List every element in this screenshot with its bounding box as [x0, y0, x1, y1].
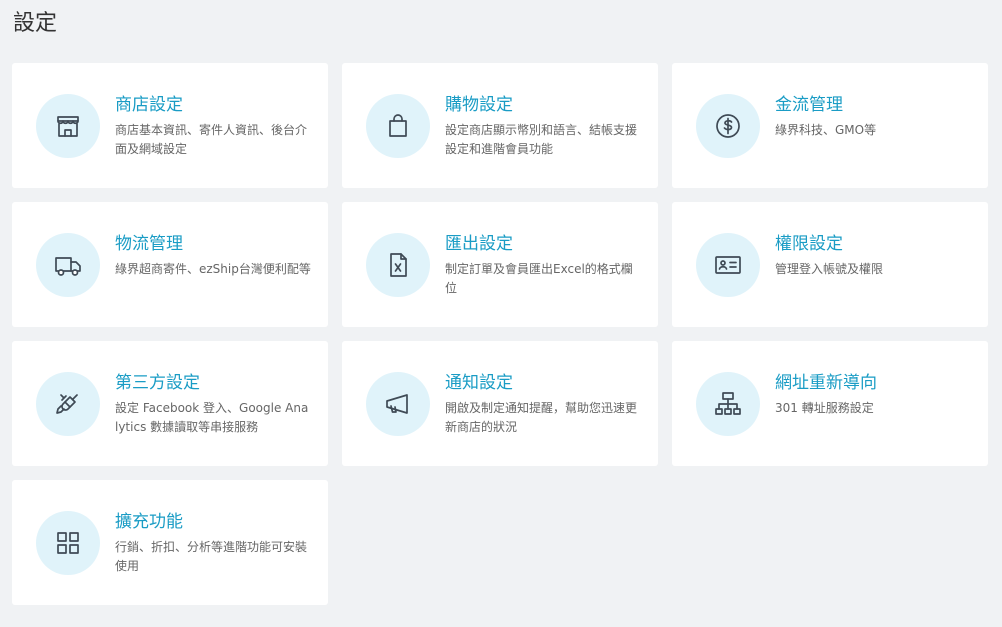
store-icon — [36, 94, 100, 158]
card-description: 301 轉址服務設定 — [775, 401, 874, 415]
card-title: 第三方設定 — [115, 373, 200, 393]
sitemap-icon — [696, 372, 760, 436]
card-description: 綠界超商寄件、ezShip台灣便利配等 — [115, 262, 311, 276]
id-card-icon — [696, 233, 760, 297]
card-title: 購物設定 — [445, 95, 513, 115]
card-title: 物流管理 — [115, 234, 183, 254]
card-description: 管理登入帳號及權限 — [775, 262, 884, 276]
card-description: 行銷、折扣、分析等進階功能可安裝使用 — [115, 540, 308, 573]
card-title: 商店設定 — [115, 95, 183, 115]
card-payment-management[interactable]: 金流管理 綠界科技、GMO等 — [672, 63, 988, 188]
card-store-settings[interactable]: 商店設定 商店基本資訊、寄件人資訊、後台介面及網域設定 — [12, 63, 328, 188]
settings-page: 設定 商店設定 商店基本資訊、寄件人資訊、後台介面及網域設定 購物設定 設定商店… — [0, 0, 1002, 627]
grid-icon — [36, 511, 100, 575]
card-third-party-settings[interactable]: 第三方設定 設定 Facebook 登入、Google Analytics 數據… — [12, 341, 328, 466]
truck-icon — [36, 233, 100, 297]
card-shopping-settings[interactable]: 購物設定 設定商店顯示幣別和語言、結帳支援設定和進階會員功能 — [342, 63, 658, 188]
card-title: 通知設定 — [445, 373, 513, 393]
card-logistics-management[interactable]: 物流管理 綠界超商寄件、ezShip台灣便利配等 — [12, 202, 328, 327]
page-title: 設定 — [13, 11, 58, 36]
card-description: 綠界科技、GMO等 — [775, 123, 877, 137]
card-title: 擴充功能 — [115, 512, 183, 532]
megaphone-icon — [366, 372, 430, 436]
card-permission-settings[interactable]: 權限設定 管理登入帳號及權限 — [672, 202, 988, 327]
card-description: 設定 Facebook 登入、Google Analytics 數據讀取等串接服… — [115, 401, 309, 434]
card-export-settings[interactable]: 匯出設定 制定訂單及會員匯出Excel的格式欄位 — [342, 202, 658, 327]
card-description: 商店基本資訊、寄件人資訊、後台介面及網域設定 — [115, 123, 308, 156]
card-description: 設定商店顯示幣別和語言、結帳支援設定和進階會員功能 — [445, 123, 638, 156]
card-description: 制定訂單及會員匯出Excel的格式欄位 — [445, 262, 633, 295]
card-title: 匯出設定 — [445, 234, 513, 254]
card-extensions[interactable]: 擴充功能 行銷、折扣、分析等進階功能可安裝使用 — [12, 480, 328, 605]
excel-file-icon — [366, 233, 430, 297]
plug-icon — [36, 372, 100, 436]
shopping-bag-icon — [366, 94, 430, 158]
dollar-icon — [696, 94, 760, 158]
card-title: 網址重新導向 — [775, 373, 877, 393]
card-title: 權限設定 — [775, 234, 843, 254]
card-notification-settings[interactable]: 通知設定 開啟及制定通知提醒，幫助您迅速更新商店的狀況 — [342, 341, 658, 466]
card-description: 開啟及制定通知提醒，幫助您迅速更新商店的狀況 — [445, 401, 638, 434]
settings-grid: 商店設定 商店基本資訊、寄件人資訊、後台介面及網域設定 購物設定 設定商店顯示幣… — [12, 63, 988, 605]
card-title: 金流管理 — [775, 95, 843, 115]
card-url-redirect[interactable]: 網址重新導向 301 轉址服務設定 — [672, 341, 988, 466]
